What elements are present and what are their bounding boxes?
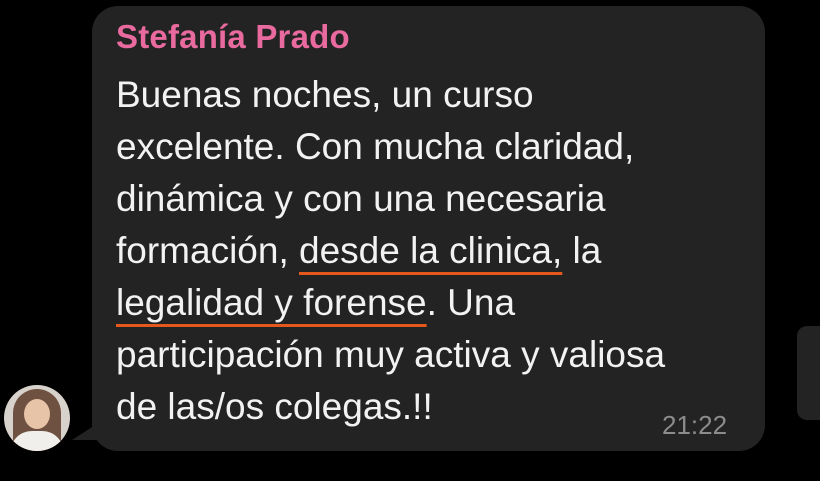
sender-avatar[interactable] xyxy=(4,385,70,451)
text-run: formación, xyxy=(116,230,300,271)
text-run: de las/os colegas.!! xyxy=(116,386,433,427)
text-run: participación muy activa y valiosa xyxy=(116,334,666,375)
message-timestamp: 21:22 xyxy=(662,410,728,440)
message-line: formación, desde la clinica, la xyxy=(116,225,756,277)
sender-name[interactable]: Stefanía Prado xyxy=(116,18,350,56)
text-run: . Una xyxy=(426,282,516,323)
message-line: participación muy activa y valiosa xyxy=(116,329,756,381)
message-line: de las/os colegas.!! xyxy=(116,381,756,433)
text-run: dinámica y con una necesaria xyxy=(116,178,606,219)
chat-view: Stefanía Prado Buenas noches, un curso e… xyxy=(0,0,820,481)
text-run: Buenas noches, un curso xyxy=(116,74,534,115)
text-run: excelente. Con mucha claridad, xyxy=(116,126,635,167)
underlined-text: legalidad y forense xyxy=(116,282,427,323)
text-run: la xyxy=(562,230,602,271)
message-line: Buenas noches, un curso xyxy=(116,69,756,121)
message-line: dinámica y con una necesaria xyxy=(116,173,756,225)
adjacent-message-edge xyxy=(797,326,820,420)
message-text: Buenas noches, un curso excelente. Con m… xyxy=(116,69,756,433)
avatar-face-shape xyxy=(24,399,50,429)
message-line: legalidad y forense. Una xyxy=(116,277,756,329)
message-line: excelente. Con mucha claridad, xyxy=(116,121,756,173)
underlined-text: desde la clinica, xyxy=(299,230,563,271)
